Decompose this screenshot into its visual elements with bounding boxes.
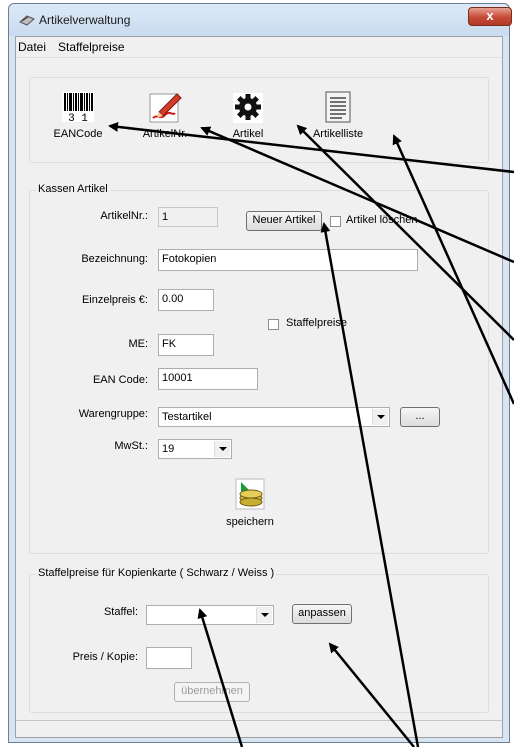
annotation-arrows (108, 121, 514, 747)
arrow-to-eancode (108, 121, 514, 174)
arrow-to-artikel (296, 124, 514, 341)
arrow-to-artikelnr (200, 126, 514, 264)
arrow-to-loeschen-checkbox (320, 222, 420, 747)
arrow-to-artikelliste (392, 134, 514, 405)
arrow-to-staffel-select (197, 608, 244, 747)
